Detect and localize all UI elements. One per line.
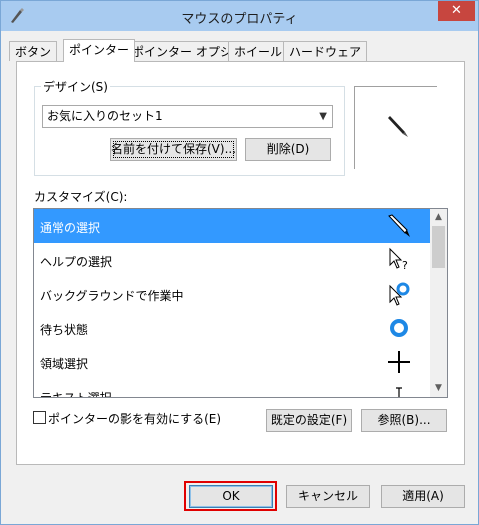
scroll-up-icon[interactable]: ▲ (430, 209, 447, 226)
list-item[interactable]: ヘルプの選択 ? (34, 243, 430, 277)
save-as-button[interactable]: 名前を付けて保存(V)... (110, 138, 237, 161)
list-item[interactable]: 通常の選択 (34, 209, 430, 243)
customize-label: カスタマイズ(C): (34, 190, 128, 204)
list-item-label: 通常の選択 (40, 221, 101, 235)
use-default-button[interactable]: 既定の設定(F) (266, 409, 352, 432)
list-item-label: 待ち状態 (40, 323, 89, 337)
chevron-down-icon: ▼ (319, 111, 327, 122)
design-label: デザイン(S) (41, 78, 110, 95)
pen-cursor-preview-icon (388, 116, 408, 137)
browse-button[interactable]: 参照(B)... (361, 409, 447, 432)
help-select-icon: ? (389, 247, 408, 272)
pen-icon (388, 214, 410, 237)
tab-buttons[interactable]: ボタン (9, 41, 58, 61)
list-item[interactable]: 待ち状態 (34, 311, 430, 345)
delete-button[interactable]: 削除(D) (245, 138, 331, 161)
list-item[interactable]: テキスト選択 (34, 379, 430, 398)
pointer-shadow-label: ポインターの影を有効にする(E) (48, 412, 222, 426)
mouse-properties-window: マウスのプロパティ ✕ ボタン ポインター ポインター オプション ホイール ハ… (0, 0, 479, 525)
svg-text:?: ? (402, 259, 408, 272)
ok-button[interactable]: OK (189, 485, 273, 508)
close-button[interactable]: ✕ (438, 1, 475, 21)
working-in-background-icon (389, 282, 410, 306)
crosshair-icon (388, 351, 410, 373)
busy-ring-icon (390, 319, 408, 337)
apply-button[interactable]: 適用(A) (381, 485, 465, 508)
list-item[interactable]: 領域選択 (34, 345, 430, 379)
scheme-select-value: お気に入りのセット1 (47, 109, 163, 123)
list-item-label: テキスト選択 (40, 391, 112, 398)
tab-wheel[interactable]: ホイール (228, 41, 289, 61)
list-item-label: 領域選択 (40, 357, 89, 371)
design-group (34, 86, 345, 176)
checkbox-box[interactable] (33, 411, 46, 424)
cursor-preview (354, 86, 437, 169)
cancel-button[interactable]: キャンセル (286, 485, 370, 508)
list-item-label: バックグラウンドで作業中 (40, 289, 184, 303)
scroll-thumb[interactable] (432, 226, 445, 268)
scheme-select[interactable]: お気に入りのセット1 ▼ (42, 105, 333, 128)
tab-pointers[interactable]: ポインター (63, 39, 136, 62)
cursor-list[interactable]: 通常の選択 ヘルプの選択 ? バックグラウンドで作業中 待ち状態 領域選択 テキ… (33, 208, 448, 398)
tab-hardware[interactable]: ハードウェア (283, 41, 368, 61)
title-bar[interactable]: マウスのプロパティ ✕ (1, 1, 478, 31)
list-item-label: ヘルプの選択 (40, 255, 113, 269)
list-scrollbar[interactable]: ▲ ▼ (430, 209, 447, 397)
scroll-down-icon[interactable]: ▼ (430, 380, 447, 397)
list-item[interactable]: バックグラウンドで作業中 (34, 277, 430, 311)
pointers-panel: デザイン(S) お気に入りのセット1 ▼ 名前を付けて保存(V)... 削除(D… (16, 61, 465, 465)
window-title: マウスのプロパティ (181, 12, 298, 27)
text-beam-icon (396, 387, 402, 397)
